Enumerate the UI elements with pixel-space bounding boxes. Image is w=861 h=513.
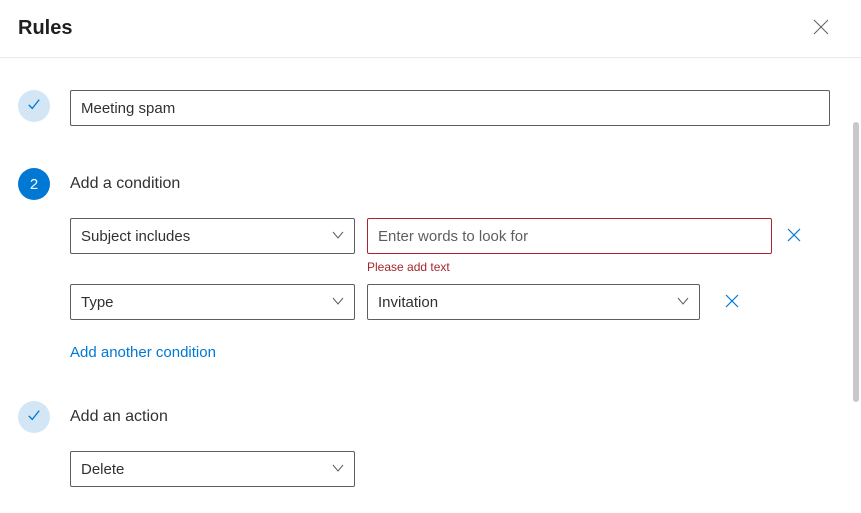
rule-name-input[interactable] bbox=[70, 90, 830, 126]
chevron-down-icon bbox=[677, 294, 689, 311]
close-icon bbox=[786, 227, 802, 246]
add-condition-heading: Add a condition bbox=[70, 168, 843, 200]
add-another-condition-link[interactable]: Add another condition bbox=[70, 344, 216, 361]
chevron-down-icon bbox=[332, 461, 344, 478]
dropdown-label: Delete bbox=[81, 461, 124, 478]
dropdown-label: Subject includes bbox=[81, 228, 190, 245]
step-3-badge bbox=[18, 401, 50, 433]
remove-condition-2-button[interactable] bbox=[722, 292, 742, 312]
step-2-badge: 2 bbox=[18, 168, 50, 200]
step-2-number: 2 bbox=[30, 176, 38, 193]
condition-2-value-select[interactable]: Invitation bbox=[367, 284, 700, 320]
step-1-badge bbox=[18, 90, 50, 122]
close-icon bbox=[724, 293, 740, 312]
close-button[interactable] bbox=[805, 13, 837, 45]
chevron-down-icon bbox=[332, 294, 344, 311]
action-select[interactable]: Delete bbox=[70, 451, 355, 487]
condition-1-type-select[interactable]: Subject includes bbox=[70, 218, 355, 254]
close-icon bbox=[813, 19, 829, 38]
chevron-down-icon bbox=[332, 228, 344, 245]
condition-2-type-select[interactable]: Type bbox=[70, 284, 355, 320]
check-icon bbox=[27, 97, 41, 115]
condition-1-value-input[interactable] bbox=[367, 218, 772, 254]
remove-condition-1-button[interactable] bbox=[784, 226, 804, 246]
condition-1-error: Please add text bbox=[367, 260, 843, 274]
check-icon bbox=[27, 408, 41, 426]
add-action-heading: Add an action bbox=[70, 401, 843, 433]
dropdown-label: Type bbox=[81, 294, 114, 311]
scrollbar[interactable] bbox=[853, 122, 859, 402]
page-title: Rules bbox=[18, 17, 72, 40]
dropdown-label: Invitation bbox=[378, 294, 438, 311]
